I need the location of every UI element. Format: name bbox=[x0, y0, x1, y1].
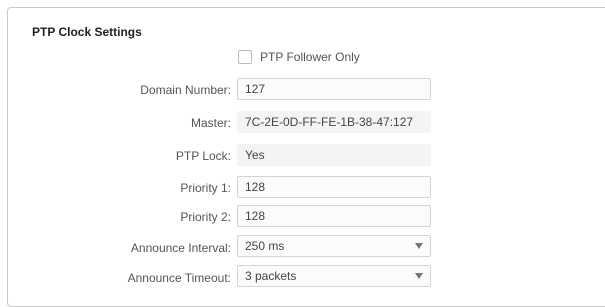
master-value: 7C-2E-0D-FF-FE-1B-38-47:127 bbox=[237, 111, 431, 133]
priority-2-label: Priority 2: bbox=[180, 210, 231, 224]
priority-1-field[interactable]: 128 bbox=[237, 176, 431, 198]
ptp-lock-label: PTP Lock: bbox=[175, 149, 231, 163]
ptp-lock-value: Yes bbox=[237, 144, 431, 166]
master-label: Master: bbox=[190, 116, 231, 130]
announce-interval-select[interactable]: 250 ms bbox=[237, 235, 431, 257]
announce-timeout-label: Announce Timeout: bbox=[127, 271, 231, 285]
announce-interval-label: Announce Interval: bbox=[130, 241, 231, 255]
announce-interval-value: 250 ms bbox=[245, 239, 285, 253]
chevron-down-icon bbox=[415, 243, 423, 249]
section-title: PTP Clock Settings bbox=[32, 25, 142, 39]
ptp-follower-only-label: PTP Follower Only bbox=[260, 50, 360, 64]
ptp-follower-only-checkbox[interactable] bbox=[238, 50, 252, 64]
announce-timeout-value: 3 packets bbox=[245, 269, 297, 283]
domain-number-field[interactable]: 127 bbox=[237, 78, 431, 100]
priority-2-field[interactable]: 128 bbox=[237, 205, 431, 227]
announce-timeout-select[interactable]: 3 packets bbox=[237, 265, 431, 287]
chevron-down-icon bbox=[415, 273, 423, 279]
priority-1-label: Priority 1: bbox=[180, 181, 231, 195]
domain-number-label: Domain Number: bbox=[140, 83, 231, 97]
